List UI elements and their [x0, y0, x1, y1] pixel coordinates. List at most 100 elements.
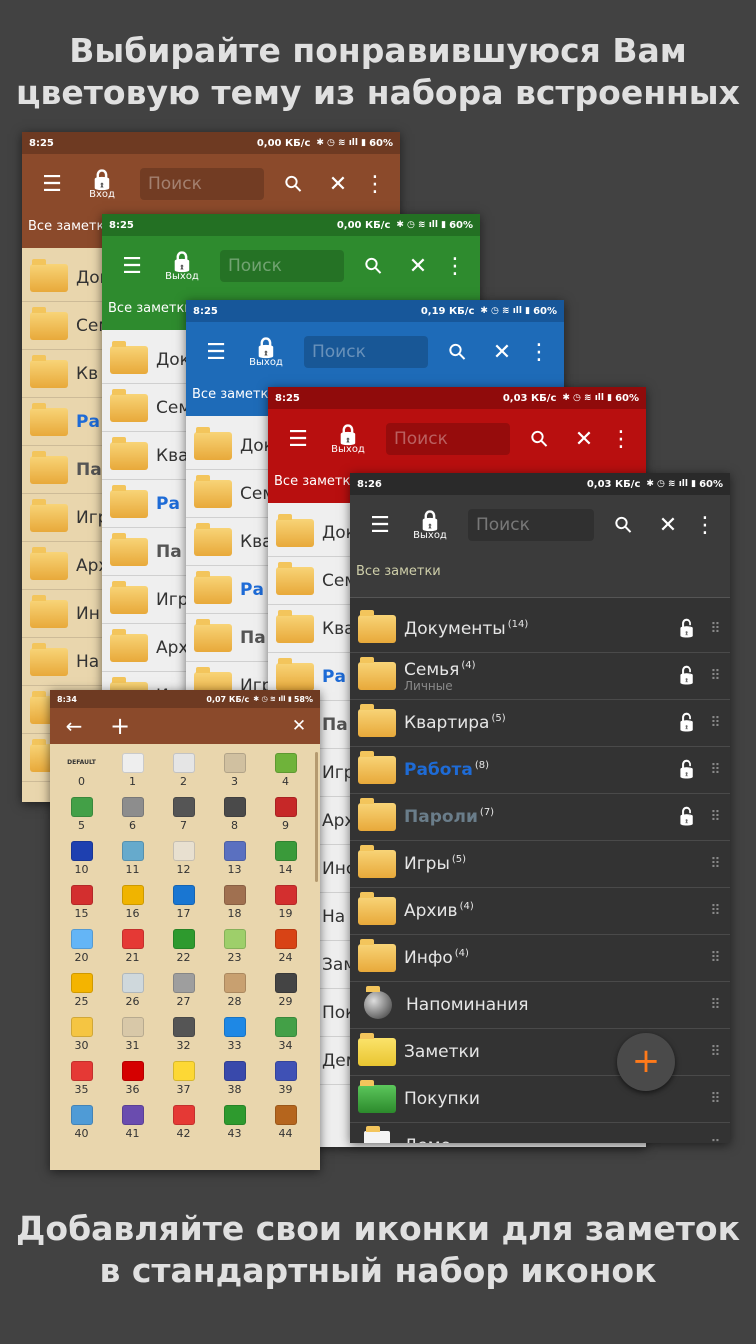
lock-icon[interactable]: 🔓 [674, 760, 700, 780]
more-options-icon[interactable]: ⋮ [524, 340, 554, 365]
icon-cell[interactable]: 33 [209, 1012, 260, 1056]
add-icon[interactable]: + [102, 712, 138, 740]
close-icon[interactable]: ✕ [646, 513, 690, 538]
icon-cell[interactable]: 3 [209, 748, 260, 792]
list-item[interactable]: Работа (8) 🔓 ⠿ [350, 747, 730, 794]
search-icon[interactable]: ⚲ [270, 160, 319, 209]
search-input[interactable]: Поиск [220, 250, 344, 282]
drag-handle-icon[interactable]: ⠿ [700, 762, 730, 778]
icon-cell[interactable]: 31 [107, 1012, 158, 1056]
menu-icon[interactable]: ☰ [360, 513, 400, 538]
lock-toggle-button[interactable]: 🔒 Выход [152, 251, 212, 282]
icon-cell[interactable]: 13 [209, 836, 260, 880]
search-input[interactable]: Поиск [386, 423, 510, 455]
icon-cell[interactable]: 25 [56, 968, 107, 1012]
icon-cell[interactable]: 29 [260, 968, 311, 1012]
search-input[interactable]: Поиск [468, 509, 594, 541]
icon-cell[interactable]: 42 [158, 1100, 209, 1144]
icon-cell[interactable]: 41 [107, 1100, 158, 1144]
lock-icon[interactable]: 🔓 [674, 666, 700, 686]
lock-toggle-button[interactable]: 🔒 Выход [318, 424, 378, 455]
list-item[interactable]: Документы (14) 🔓 ⠿ [350, 606, 730, 653]
scrollbar[interactable] [315, 752, 318, 882]
icon-cell[interactable]: 15 [56, 880, 107, 924]
icon-cell[interactable]: 17 [158, 880, 209, 924]
icon-cell[interactable]: 44 [260, 1100, 311, 1144]
lock-toggle-button[interactable]: 🔒 Выход [236, 337, 296, 368]
drag-handle-icon[interactable]: ⠿ [700, 668, 730, 684]
back-icon[interactable]: ← [56, 714, 92, 738]
icon-cell[interactable]: DEFAULT 0 [56, 748, 107, 792]
more-options-icon[interactable]: ⋮ [690, 513, 720, 538]
icon-cell[interactable]: 30 [56, 1012, 107, 1056]
menu-icon[interactable]: ☰ [112, 254, 152, 279]
icon-cell[interactable]: 23 [209, 924, 260, 968]
more-options-icon[interactable]: ⋮ [606, 427, 636, 452]
icon-cell[interactable]: 37 [158, 1056, 209, 1100]
search-input[interactable]: Поиск [140, 168, 264, 200]
icon-cell[interactable]: 26 [107, 968, 158, 1012]
lock-icon[interactable]: 🔓 [674, 807, 700, 827]
close-icon[interactable]: ✕ [396, 254, 440, 279]
icon-cell[interactable]: 11 [107, 836, 158, 880]
icon-cell[interactable]: 28 [209, 968, 260, 1012]
icon-cell[interactable]: 36 [107, 1056, 158, 1100]
icon-cell[interactable]: 39 [260, 1056, 311, 1100]
close-icon[interactable]: ✕ [562, 427, 606, 452]
list-item[interactable]: Демо ⠿ [350, 1123, 730, 1143]
icon-cell[interactable]: 1 [107, 748, 158, 792]
drag-handle-icon[interactable]: ⠿ [700, 621, 730, 637]
lock-toggle-button[interactable]: 🔒 Вход [72, 169, 132, 200]
menu-icon[interactable]: ☰ [196, 340, 236, 365]
icon-cell[interactable]: 4 [260, 748, 311, 792]
breadcrumb-all-notes[interactable]: Все заметки [350, 555, 730, 598]
list-item[interactable]: Квартира (5) 🔓 ⠿ [350, 700, 730, 747]
more-options-icon[interactable]: ⋮ [360, 172, 390, 197]
icon-cell[interactable]: 35 [56, 1056, 107, 1100]
search-icon[interactable]: ⚲ [600, 501, 649, 550]
drag-handle-icon[interactable]: ⠿ [700, 715, 730, 731]
icon-cell[interactable]: 14 [260, 836, 311, 880]
icon-cell[interactable]: 38 [209, 1056, 260, 1100]
icon-cell[interactable]: 20 [56, 924, 107, 968]
icon-cell[interactable]: 7 [158, 792, 209, 836]
icon-cell[interactable]: 43 [209, 1100, 260, 1144]
search-icon[interactable]: ⚲ [434, 328, 483, 377]
close-icon[interactable]: ✕ [284, 716, 314, 736]
lock-icon[interactable]: 🔓 [674, 619, 700, 639]
search-input[interactable]: Поиск [304, 336, 428, 368]
icon-cell[interactable]: 6 [107, 792, 158, 836]
list-item[interactable]: Напоминания ⠿ [350, 982, 730, 1029]
drag-handle-icon[interactable]: ⠿ [700, 997, 730, 1013]
add-note-button[interactable]: + [617, 1033, 675, 1091]
icon-cell[interactable]: 16 [107, 880, 158, 924]
lock-toggle-button[interactable]: 🔒 Выход [400, 510, 460, 541]
drag-handle-icon[interactable]: ⠿ [700, 1044, 730, 1060]
list-item[interactable]: Пароли (7) 🔓 ⠿ [350, 794, 730, 841]
drag-handle-icon[interactable]: ⠿ [700, 950, 730, 966]
icon-cell[interactable]: 18 [209, 880, 260, 924]
icon-cell[interactable]: 12 [158, 836, 209, 880]
menu-icon[interactable]: ☰ [278, 427, 318, 452]
icon-cell[interactable]: 9 [260, 792, 311, 836]
drag-handle-icon[interactable]: ⠿ [700, 1091, 730, 1107]
icon-cell[interactable]: 10 [56, 836, 107, 880]
list-item[interactable]: Семья (4) Личные 🔓 ⠿ [350, 653, 730, 700]
drag-handle-icon[interactable]: ⠿ [700, 856, 730, 872]
icon-cell[interactable]: 27 [158, 968, 209, 1012]
menu-icon[interactable]: ☰ [32, 172, 72, 197]
search-icon[interactable]: ⚲ [350, 242, 399, 291]
search-icon[interactable]: ⚲ [516, 415, 565, 464]
icon-cell[interactable]: 19 [260, 880, 311, 924]
drag-handle-icon[interactable]: ⠿ [700, 809, 730, 825]
close-icon[interactable]: ✕ [316, 172, 360, 197]
close-icon[interactable]: ✕ [480, 340, 524, 365]
icon-cell[interactable]: 8 [209, 792, 260, 836]
list-item[interactable]: Покупки ⠿ [350, 1076, 730, 1123]
lock-icon[interactable]: 🔓 [674, 713, 700, 733]
icon-cell[interactable]: 22 [158, 924, 209, 968]
icon-cell[interactable]: 24 [260, 924, 311, 968]
icon-cell[interactable]: 21 [107, 924, 158, 968]
icon-cell[interactable]: 32 [158, 1012, 209, 1056]
icon-cell[interactable]: 2 [158, 748, 209, 792]
